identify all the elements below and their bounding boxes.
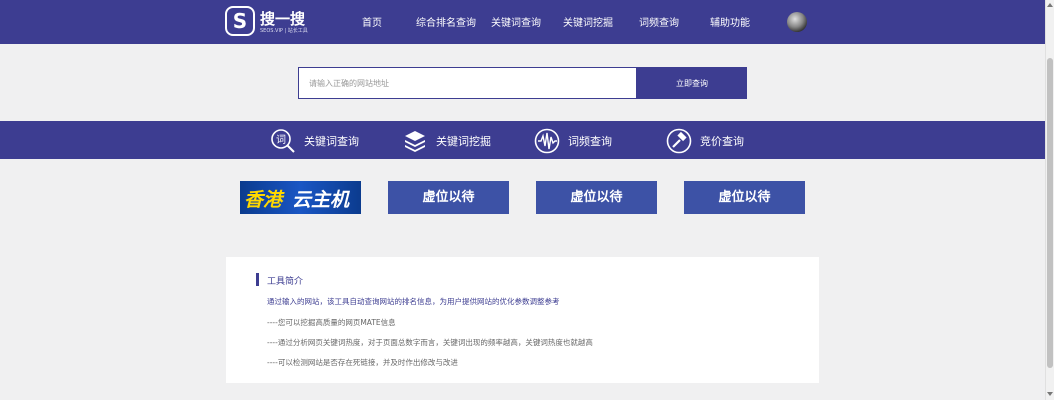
svg-text:词: 词 <box>276 134 286 146</box>
intro-line: ----可以检测网站是否存在死链接，并及时作出修改与改进 <box>267 358 458 367</box>
gavel-icon <box>666 128 692 154</box>
scroll-up-arrow-icon[interactable] <box>1047 3 1053 7</box>
tool-label: 词频查询 <box>568 135 612 148</box>
scroll-down-arrow-icon[interactable] <box>1047 392 1053 396</box>
nav-keyword-query[interactable]: 关键词查询 <box>491 14 541 29</box>
user-avatar[interactable] <box>787 12 807 32</box>
hongkong-cloud-ad-banner[interactable]: 香港 云主机 <box>240 181 361 214</box>
tool-label: 关键词挖掘 <box>436 135 491 148</box>
intro-lead: 通过输入的网站，该工具自动查询网站的排名信息，为用户提供网站的优化参数调整参考 <box>267 297 560 306</box>
logo-name: 搜一搜 <box>260 10 306 28</box>
nav-home[interactable]: 首页 <box>362 14 382 29</box>
site-logo[interactable]: S 搜一搜 SEOS.VIP | 站长工具 <box>225 6 315 38</box>
logo-badge-icon: S <box>225 6 255 36</box>
nav-tools[interactable]: 辅助功能 <box>710 14 750 29</box>
logo-subtitle: SEOS.VIP | 站长工具 <box>260 28 308 34</box>
ad-slot-placeholder[interactable]: 虚位以待 <box>536 181 657 214</box>
nav-keyword-mining[interactable]: 关键词挖掘 <box>563 14 613 29</box>
magnifier-char-icon: 词 <box>270 128 296 154</box>
layers-stack-icon <box>402 128 428 154</box>
nav-rank-query[interactable]: 综合排名查询 <box>416 14 476 29</box>
scroll-thumb[interactable] <box>1047 58 1053 368</box>
intro-line: ----通过分析网页关键词热度，对于页面总数字而言，关键词出现的频率越高，关键词… <box>267 338 593 347</box>
ad-text-hongkong: 香港 <box>244 189 283 211</box>
ad-slot-placeholder[interactable]: 虚位以待 <box>388 181 509 214</box>
ad-slot-placeholder[interactable]: 虚位以待 <box>684 181 805 214</box>
section-accent-bar <box>256 273 259 286</box>
tool-bar: 词 关键词查询 关键词挖掘 词频查询 竞价查询 <box>0 121 1045 159</box>
intro-title: 工具简介 <box>267 277 304 287</box>
intro-line: ----您可以挖掘高质量的网页MATE信息 <box>267 318 396 327</box>
waveform-icon <box>534 128 560 154</box>
tool-intro-panel: 工具简介 通过输入的网站，该工具自动查询网站的排名信息，为用户提供网站的优化参数… <box>226 257 819 383</box>
ad-text-cloud-host: 云主机 <box>292 189 350 211</box>
page-scrollbar[interactable] <box>1045 0 1054 400</box>
nav-word-frequency[interactable]: 词频查询 <box>639 14 679 29</box>
top-navbar: S 搜一搜 SEOS.VIP | 站长工具 首页 综合排名查询 关键词查询 关键… <box>0 0 1045 44</box>
tool-label: 关键词查询 <box>304 135 359 148</box>
query-now-button[interactable]: 立即查询 <box>637 67 747 99</box>
url-search-input[interactable] <box>298 67 637 99</box>
tool-label: 竞价查询 <box>700 135 744 148</box>
